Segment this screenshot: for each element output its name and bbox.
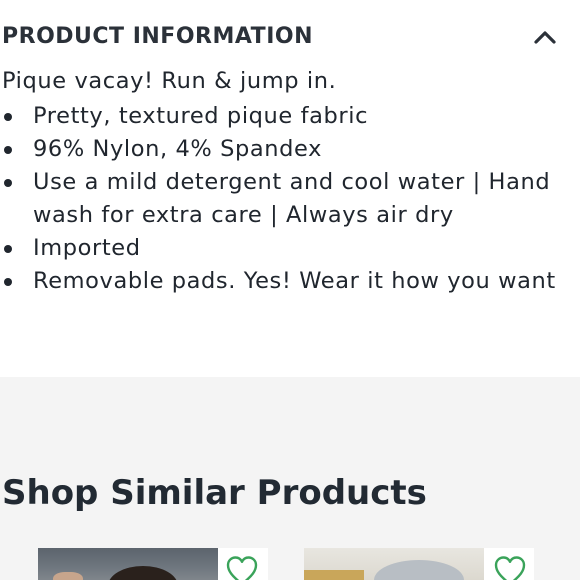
product-feature-list: Pretty, textured pique fabric 96% Nylon,… <box>0 100 578 298</box>
product-information-title: PRODUCT INFORMATION <box>2 24 313 49</box>
feature-item: Pretty, textured pique fabric <box>0 100 578 133</box>
bullet-icon <box>4 278 12 286</box>
bullet-icon <box>4 113 12 121</box>
product-description-intro: Pique vacay! Run & jump in. <box>2 68 337 94</box>
product-image[interactable] <box>38 548 218 580</box>
product-image[interactable] <box>304 548 484 580</box>
hat-brim-shape <box>304 570 364 580</box>
feature-text: Removable pads. Yes! Wear it how you wan… <box>33 268 556 294</box>
bullet-icon <box>4 179 12 187</box>
chevron-up-icon[interactable] <box>528 20 562 54</box>
model-hair-shape <box>108 566 178 580</box>
feature-text: Pretty, textured pique fabric <box>33 103 369 129</box>
product-card[interactable] <box>38 548 268 580</box>
model-skin-shape <box>53 572 83 580</box>
feature-item: Removable pads. Yes! Wear it how you wan… <box>0 265 578 298</box>
shop-similar-section: Shop Similar Products <box>0 377 580 580</box>
feature-text: 96% Nylon, 4% Spandex <box>33 136 322 162</box>
heart-outline-icon[interactable] <box>224 554 260 580</box>
heart-outline-icon[interactable] <box>492 554 528 580</box>
feature-item: 96% Nylon, 4% Spandex <box>0 133 578 166</box>
page: PRODUCT INFORMATION Pique vacay! Run & j… <box>0 0 580 580</box>
bullet-icon <box>4 245 12 253</box>
product-information-header[interactable]: PRODUCT INFORMATION <box>0 18 580 58</box>
feature-text: Imported <box>33 235 141 261</box>
feature-item: Imported <box>0 232 578 265</box>
feature-item: Use a mild detergent and cool water | Ha… <box>0 166 578 232</box>
bullet-icon <box>4 146 12 154</box>
shop-similar-title: Shop Similar Products <box>2 473 427 513</box>
product-card[interactable] <box>304 548 534 580</box>
feature-text: Use a mild detergent and cool water | Ha… <box>33 169 551 228</box>
product-information-section: PRODUCT INFORMATION Pique vacay! Run & j… <box>0 0 580 377</box>
hat-crown-shape <box>374 560 464 580</box>
